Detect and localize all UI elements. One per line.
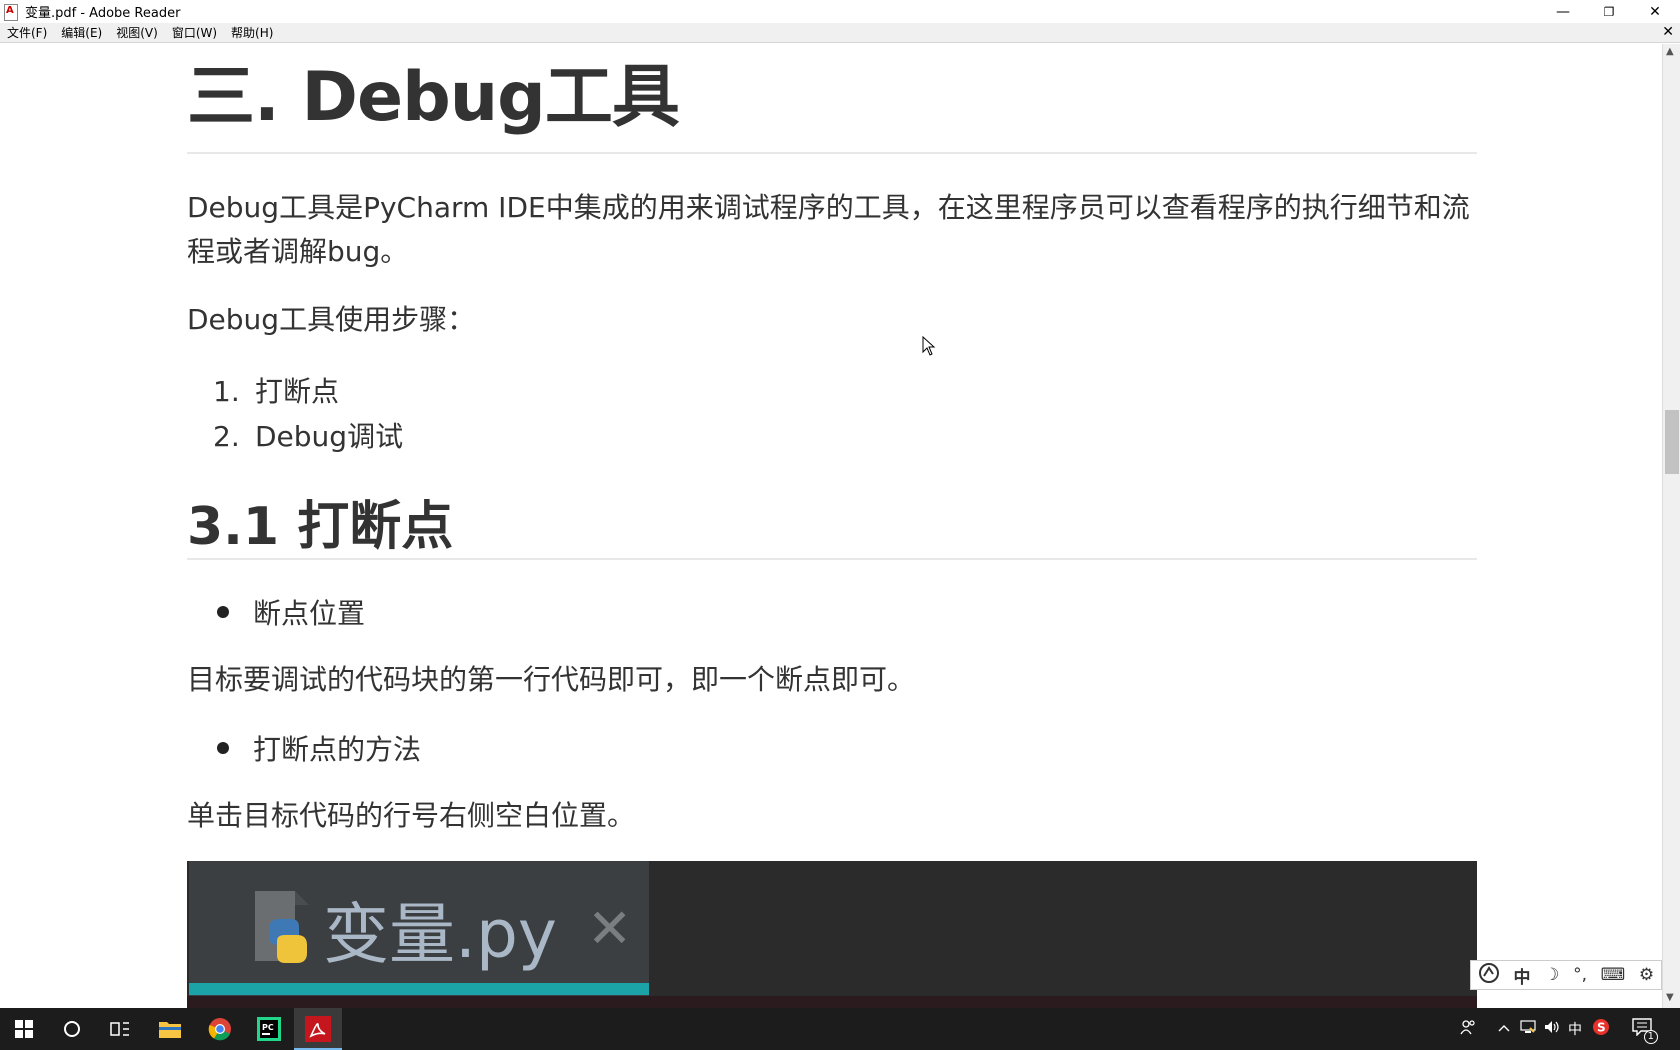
- ime-keyboard-icon[interactable]: ⌨: [1601, 965, 1626, 985]
- breakpoint-method-paragraph: 单击目标代码的行号右侧空白位置。: [187, 799, 636, 832]
- close-button[interactable]: ✕: [1632, 0, 1678, 23]
- heading-divider: [187, 558, 1477, 560]
- step-text: 打断点: [255, 375, 340, 408]
- steps-title: Debug工具使用步骤：: [187, 303, 476, 336]
- input-language-indicator[interactable]: 中: [1568, 1019, 1582, 1039]
- step-text: Debug调试: [255, 420, 404, 453]
- scroll-thumb[interactable]: [1665, 410, 1679, 474]
- title-bar: 变量.pdf - Adobe Reader — ❐ ✕: [0, 0, 1680, 23]
- pycharm-icon: PC: [257, 1017, 281, 1041]
- sogou-input-icon[interactable]: S: [1592, 1018, 1610, 1040]
- pycharm-button[interactable]: PC: [245, 1008, 293, 1050]
- file-explorer-button[interactable]: [146, 1008, 194, 1050]
- action-center-icon[interactable]: 1: [1632, 1018, 1658, 1044]
- chrome-button[interactable]: [196, 1008, 244, 1050]
- task-view-icon: [110, 1022, 129, 1036]
- editor-strip: [187, 996, 1477, 1008]
- ime-punctuation-icon[interactable]: °,: [1573, 965, 1587, 985]
- document-view[interactable]: 三. Debug工具 Debug工具是PyCharm IDE中集成的用来调试程序…: [0, 44, 1662, 1008]
- taskbar: PC 中 S 1: [0, 1008, 1680, 1050]
- scroll-up-icon[interactable]: ▲: [1666, 46, 1674, 57]
- editor-tab-label: 变量.py: [323, 895, 557, 973]
- bullet-item: 打断点的方法: [217, 728, 421, 768]
- menu-bar: 文件(F) 编辑(E) 视图(V) 窗口(W) 帮助(H) ✕: [0, 23, 1680, 43]
- windows-logo-icon: [15, 1020, 33, 1038]
- scroll-down-icon[interactable]: ▼: [1666, 992, 1674, 1003]
- step-item: 2. Debug调试: [213, 415, 403, 455]
- restore-button[interactable]: ❐: [1586, 0, 1632, 23]
- chrome-icon: [208, 1018, 231, 1041]
- menu-window[interactable]: 窗口(W): [165, 24, 224, 41]
- notification-count-badge: 1: [1643, 1030, 1658, 1044]
- minimize-button[interactable]: —: [1540, 0, 1586, 23]
- step-item: 1. 打断点: [213, 370, 339, 410]
- menu-view[interactable]: 视图(V): [109, 24, 165, 41]
- tab-close-icon: ✕: [586, 897, 633, 960]
- svg-text:PC: PC: [262, 1023, 274, 1032]
- adobe-acrobat-icon: [305, 1016, 331, 1042]
- people-icon[interactable]: [1460, 1019, 1476, 1039]
- bullet-dot: [217, 742, 229, 754]
- menu-file[interactable]: 文件(F): [0, 24, 54, 41]
- step-number: 1.: [213, 375, 240, 408]
- menu-edit[interactable]: 编辑(E): [54, 24, 109, 41]
- system-tray: 中 S 1: [1460, 1008, 1658, 1050]
- ime-toolbar: 中 ☽ °, ⌨ ⚙: [1470, 960, 1662, 990]
- active-tab-indicator: [189, 983, 649, 995]
- cortana-circle-icon: [64, 1021, 80, 1037]
- step-number: 2.: [213, 420, 240, 453]
- window-title: 变量.pdf - Adobe Reader: [25, 6, 181, 21]
- heading-debug-tools: 三. Debug工具: [187, 58, 680, 137]
- ime-logo-icon[interactable]: [1478, 962, 1500, 989]
- network-icon[interactable]: [1520, 1020, 1536, 1038]
- document-close-icon[interactable]: ✕: [1662, 24, 1674, 40]
- heading-breakpoint: 3.1 打断点: [187, 497, 454, 557]
- adobe-reader-taskbar-button[interactable]: [294, 1008, 342, 1050]
- intro-paragraph: Debug工具是PyCharm IDE中集成的用来调试程序的工具，在这里程序员可…: [187, 191, 1470, 268]
- heading-divider: [187, 152, 1477, 154]
- vertical-scrollbar[interactable]: ▲ ▼: [1662, 44, 1680, 1008]
- python-file-icon: [247, 889, 317, 969]
- folder-icon: [159, 1022, 181, 1038]
- pycharm-screenshot-image: 变量.py ✕: [187, 861, 1477, 1008]
- breakpoint-location-paragraph: 目标要调试的代码块的第一行代码即可，即一个断点即可。: [187, 663, 916, 696]
- task-view-button[interactable]: [96, 1008, 144, 1050]
- adobe-reader-icon: [3, 3, 19, 21]
- search-button[interactable]: [48, 1008, 96, 1050]
- bullet-text: 打断点的方法: [253, 733, 422, 766]
- editor-tab: 变量.py ✕: [189, 861, 649, 996]
- bullet-item: 断点位置: [217, 592, 365, 632]
- volume-icon[interactable]: [1544, 1020, 1560, 1038]
- show-hidden-icons-chevron-icon[interactable]: [1498, 1021, 1510, 1037]
- ime-language-toggle[interactable]: 中: [1514, 963, 1531, 988]
- menu-help[interactable]: 帮助(H): [224, 24, 280, 41]
- start-button[interactable]: [0, 1008, 48, 1050]
- svg-text:S: S: [1597, 1021, 1606, 1035]
- bullet-dot: [217, 606, 229, 618]
- ime-fullwidth-icon[interactable]: ☽: [1544, 965, 1559, 985]
- ime-settings-icon[interactable]: ⚙: [1639, 965, 1654, 985]
- bullet-text: 断点位置: [253, 597, 366, 630]
